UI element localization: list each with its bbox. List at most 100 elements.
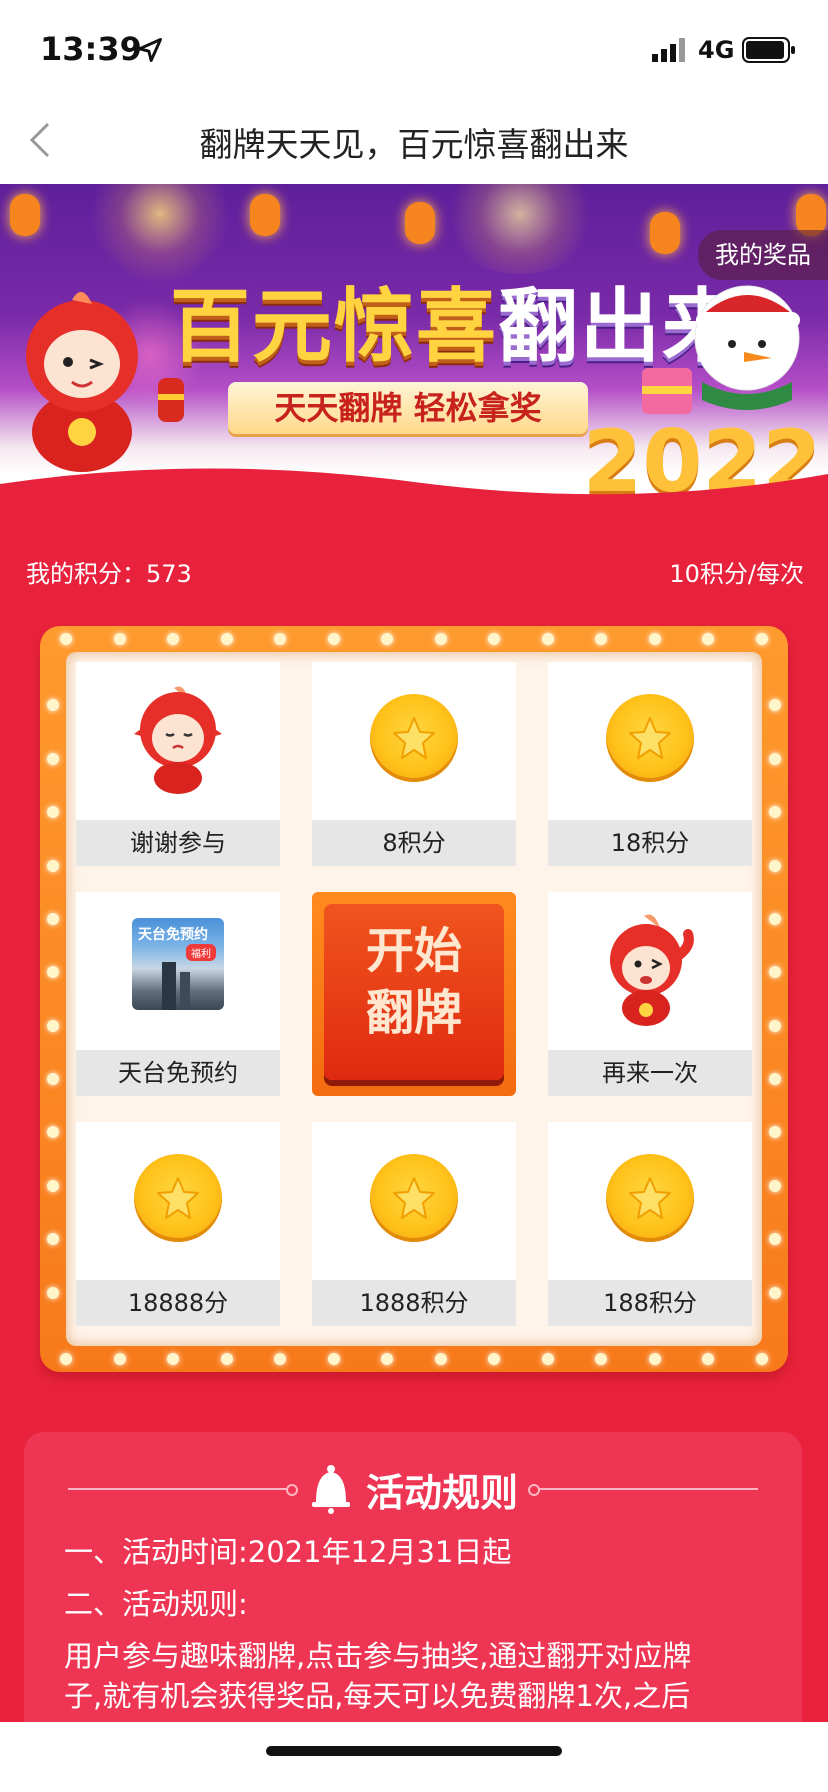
star-icon (629, 717, 671, 759)
home-indicator-area (0, 1722, 828, 1792)
marquee-bulb (47, 966, 59, 979)
star-icon (393, 1177, 435, 1219)
page-title: 翻牌天天见，百元惊喜翻出来 (199, 125, 629, 164)
lantern-decoration (250, 194, 280, 236)
marquee-bulb (113, 1353, 126, 1365)
marquee-bulb (769, 966, 781, 979)
marquee-bulb (769, 912, 781, 925)
marquee-bulb (167, 633, 180, 645)
star-icon (393, 717, 435, 759)
card-label: 1888积分 (312, 1280, 516, 1326)
cost-per-draw: 10积分/每次 (669, 560, 804, 588)
start-flip-button[interactable]: 开始 翻牌 (312, 892, 516, 1096)
signal-icon (652, 38, 685, 62)
prize-card-8-points[interactable]: 8积分 (312, 662, 516, 866)
card-image (548, 1122, 752, 1274)
lantern-decoration (405, 202, 435, 244)
marquee-bulb (47, 1179, 59, 1192)
marquee-bulb (327, 1353, 340, 1365)
coin-icon (370, 1154, 458, 1242)
marquee-bulb (769, 699, 781, 712)
prize-card-thanks[interactable]: 谢谢参与 (76, 662, 280, 866)
my-points: 我的积分：573 (26, 560, 192, 588)
card-label: 谢谢参与 (76, 820, 280, 866)
marquee-bulb (47, 806, 59, 819)
prize-card-1888-points[interactable]: 1888积分 (312, 1122, 516, 1326)
banner-subtitle: 天天翻牌 轻松拿奖 (228, 382, 588, 434)
marquee-bulb (648, 1353, 661, 1365)
card-image (548, 662, 752, 814)
marquee-bulb (434, 1353, 447, 1365)
marquee-bulb (595, 1353, 608, 1365)
marquee-bulb (541, 1353, 554, 1365)
card-label: 18888分 (76, 1280, 280, 1326)
marquee-bulb (60, 1353, 72, 1365)
home-indicator[interactable] (266, 1746, 562, 1756)
marquee-bulb (769, 1126, 781, 1139)
prize-card-18888-points[interactable]: 18888分 (76, 1122, 280, 1326)
prize-card-rooftop[interactable]: 天台免预约 福利 天台免预约 (76, 892, 280, 1096)
coin-icon (134, 1154, 222, 1242)
divider-line (538, 1488, 758, 1490)
marquee-bulb (769, 806, 781, 819)
coin-icon (370, 694, 458, 782)
lantern-small-icon (158, 378, 184, 422)
rules-panel: 活动规则 一、活动时间:2021年12月31日起 二、活动规则: 用户参与趣味翻… (24, 1432, 802, 1752)
building-shape (180, 972, 190, 1010)
card-image (76, 662, 280, 814)
card-image: 天台免预约 福利 (76, 892, 280, 1044)
location-arrow-icon (138, 38, 162, 62)
marquee-bulb (274, 633, 287, 645)
marquee-bulb (648, 633, 661, 645)
card-label: 再来一次 (548, 1050, 752, 1096)
mascot-icon (134, 686, 222, 794)
marquee-bulb (769, 859, 781, 872)
card-image (76, 1122, 280, 1274)
marquee-bulb (595, 633, 608, 645)
prize-card-again[interactable]: 再来一次 (548, 892, 752, 1096)
marquee-bulb (541, 633, 554, 645)
marquee-bulb (274, 1353, 287, 1365)
marquee-bulb (47, 1233, 59, 1246)
rule-line: 子,就有机会获得奖品,每天可以免费翻牌1次,之后 (64, 1679, 691, 1713)
card-label: 188积分 (548, 1280, 752, 1326)
prize-card-188-points[interactable]: 188积分 (548, 1122, 752, 1326)
marquee-bulb (434, 633, 447, 645)
banner-title-gold: 百元惊喜 (170, 280, 498, 373)
bell-icon (312, 1465, 350, 1514)
prize-card-18-points[interactable]: 18积分 (548, 662, 752, 866)
network-type: 4G (698, 36, 735, 64)
coin-icon (606, 694, 694, 782)
marquee-bulb (60, 633, 72, 645)
rooftop-coupon-icon: 天台免预约 福利 (132, 918, 224, 1010)
mascot-wave-icon (610, 914, 694, 1026)
marquee-bulb (381, 1353, 394, 1365)
promo-banner: 百元惊喜翻出来 天天翻牌 轻松拿奖 2022 我的奖品 (0, 184, 828, 514)
battery-icon (742, 37, 795, 63)
my-prizes-button[interactable]: 我的奖品 (698, 230, 828, 280)
lantern-decoration (10, 194, 40, 236)
marquee-bulb (381, 633, 394, 645)
star-icon (157, 1177, 199, 1219)
status-time: 13:39 (40, 30, 142, 68)
firework-decoration (440, 184, 600, 274)
star-icon (629, 1177, 671, 1219)
marquee-bulb (47, 752, 59, 765)
card-label: 8积分 (312, 820, 516, 866)
marquee-bulb (47, 1019, 59, 1032)
banner-wave-divider (0, 468, 828, 514)
marquee-bulb (167, 1353, 180, 1365)
thumb-title: 天台免预约 (138, 927, 208, 943)
rules-header: 活动规则 (24, 1460, 802, 1516)
rules-title: 活动规则 (366, 1471, 519, 1515)
marquee-bulb (769, 1286, 781, 1299)
coin-icon (606, 1154, 694, 1242)
marquee-bulb (756, 1353, 768, 1365)
card-image (312, 662, 516, 814)
marquee-bulb (47, 699, 59, 712)
status-bar: 13:39 4G (0, 0, 828, 96)
mascot-icon (26, 291, 138, 472)
marquee-bulb (47, 1126, 59, 1139)
marquee-bulb (47, 1073, 59, 1086)
divider-line (68, 1488, 288, 1490)
